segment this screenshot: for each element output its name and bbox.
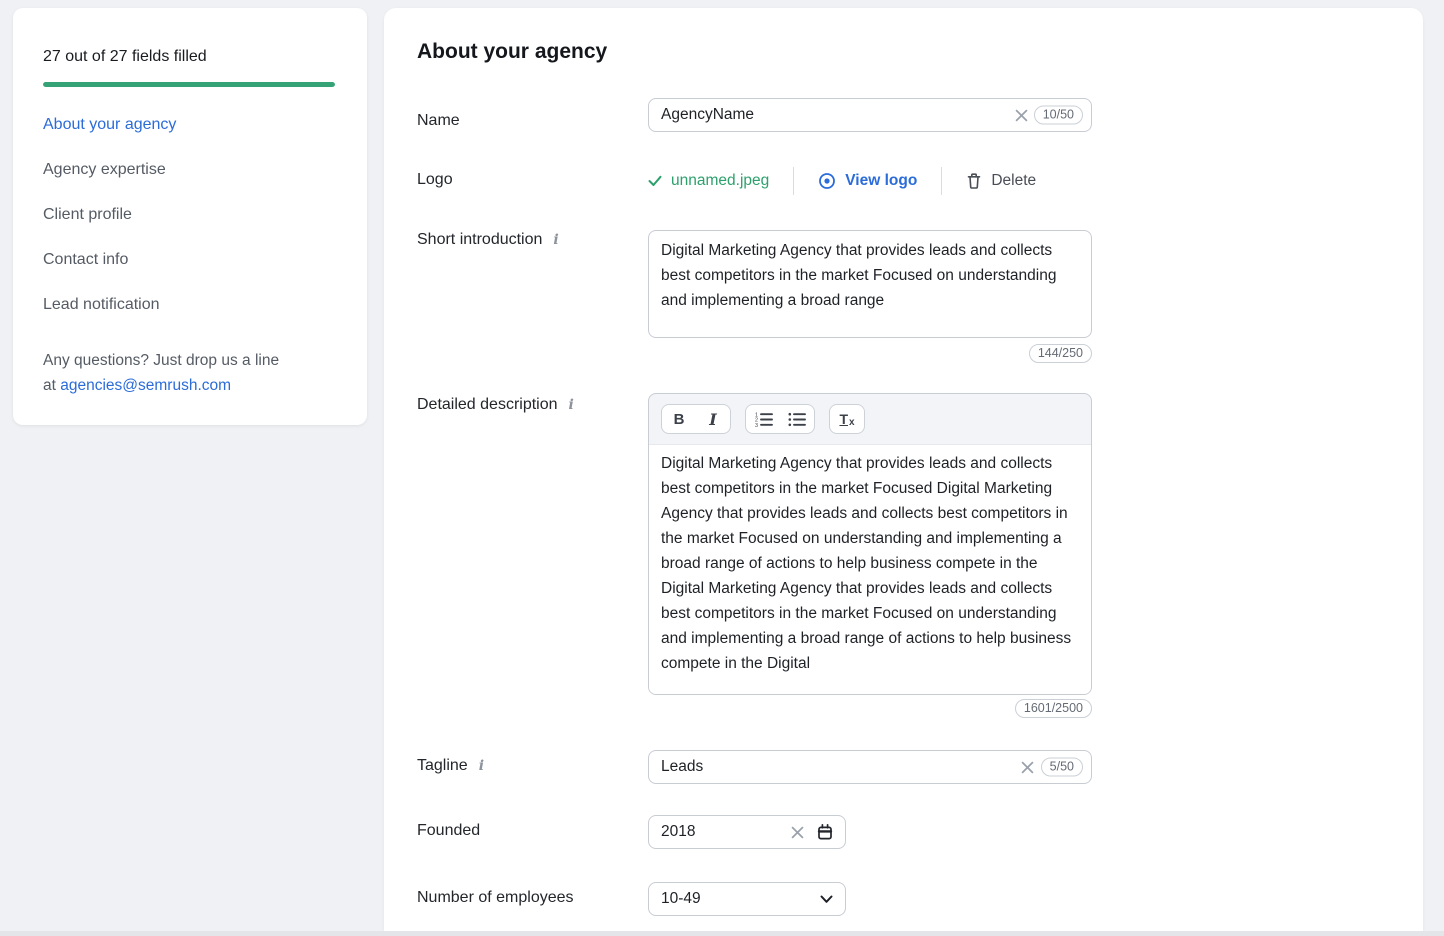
- questions-text-at: at: [43, 377, 60, 394]
- tagline-char-counter: 5/50: [1041, 758, 1083, 777]
- logo-filename: unnamed.jpeg: [671, 172, 769, 190]
- name-clear-icon[interactable]: [1013, 107, 1029, 123]
- employees-label-text: Number of employees: [417, 889, 574, 907]
- bullet-list-button[interactable]: [780, 405, 814, 433]
- info-icon[interactable]: i: [477, 759, 486, 773]
- view-logo-button[interactable]: View logo: [818, 172, 917, 190]
- tagline-label: Tagline i: [417, 757, 486, 775]
- questions-text-line1: Any questions? Just drop us a line: [43, 352, 279, 369]
- progress-bar-fill: [43, 82, 335, 87]
- format-group: B I: [661, 404, 731, 434]
- nav-item-agency-expertise[interactable]: Agency expertise: [43, 159, 176, 180]
- short-introduction-field: Digital Marketing Agency that provides l…: [648, 230, 1092, 338]
- logo-file: unnamed.jpeg: [648, 172, 769, 190]
- support-email-link[interactable]: agencies@semrush.com: [60, 377, 231, 394]
- italic-button[interactable]: I: [696, 405, 730, 433]
- detailed-description-char-counter: 1601/2500: [1015, 699, 1092, 718]
- tagline-clear-icon[interactable]: [1019, 759, 1035, 775]
- clear-formatting-button[interactable]: Tx: [830, 405, 864, 433]
- chevron-down-icon: [820, 895, 833, 904]
- delete-logo-button[interactable]: Delete: [966, 172, 1036, 190]
- short-introduction-label: Short introduction i: [417, 231, 561, 249]
- tagline-label-text: Tagline: [417, 757, 468, 775]
- calendar-icon[interactable]: [816, 823, 834, 841]
- name-field: 10/50: [648, 98, 1092, 132]
- fields-filled-label: 27 out of 27 fields filled: [43, 48, 207, 66]
- trash-icon: [966, 172, 982, 190]
- clear-format-group: Tx: [829, 404, 865, 434]
- about-your-agency-panel: About your agency Name 10/50 Logo unname…: [384, 8, 1423, 931]
- nav-item-about-your-agency[interactable]: About your agency: [43, 114, 176, 135]
- employees-label: Number of employees: [417, 889, 574, 907]
- page-title: About your agency: [417, 40, 607, 64]
- info-icon[interactable]: i: [567, 398, 576, 412]
- svg-text:3: 3: [755, 423, 758, 427]
- clear-formatting-t: T: [839, 411, 848, 427]
- delete-logo-label: Delete: [991, 172, 1036, 190]
- nav-item-lead-notification[interactable]: Lead notification: [43, 294, 176, 315]
- detailed-description-label: Detailed description i: [417, 396, 576, 414]
- section-nav: About your agency Agency expertise Clien…: [43, 114, 176, 315]
- name-char-counter: 10/50: [1034, 106, 1083, 125]
- founded-label: Founded: [417, 822, 480, 840]
- employees-selected-value: 10-49: [661, 890, 701, 908]
- divider: [793, 167, 794, 195]
- eye-icon: [818, 172, 836, 190]
- progress-bar: [43, 82, 335, 87]
- info-icon[interactable]: i: [551, 233, 560, 247]
- check-icon: [648, 175, 662, 187]
- founded-clear-icon[interactable]: [789, 824, 805, 840]
- founded-field: [648, 815, 846, 849]
- bold-button[interactable]: B: [662, 405, 696, 433]
- editor-toolbar: B I 1 2 3: [649, 394, 1091, 444]
- nav-item-contact-info[interactable]: Contact info: [43, 249, 176, 270]
- nav-item-client-profile[interactable]: Client profile: [43, 204, 176, 225]
- founded-label-text: Founded: [417, 822, 480, 840]
- list-group: 1 2 3: [745, 404, 815, 434]
- short-introduction-label-text: Short introduction: [417, 231, 542, 249]
- progress-sidebar: 27 out of 27 fields filled About your ag…: [13, 8, 367, 425]
- divider: [941, 167, 942, 195]
- name-label: Name: [417, 112, 460, 130]
- window-bottom-edge: [0, 931, 1444, 936]
- clear-formatting-x: x: [849, 417, 855, 428]
- logo-label-text: Logo: [417, 171, 453, 189]
- questions-note: Any questions? Just drop us a line at ag…: [43, 348, 343, 398]
- employees-select[interactable]: 10-49: [648, 882, 846, 916]
- logo-label: Logo: [417, 171, 453, 189]
- name-label-text: Name: [417, 112, 460, 130]
- ordered-list-button[interactable]: 1 2 3: [746, 405, 780, 433]
- short-introduction-textarea[interactable]: Digital Marketing Agency that provides l…: [649, 231, 1091, 337]
- logo-row: unnamed.jpeg View logo Delete: [648, 166, 1036, 196]
- short-introduction-char-counter: 144/250: [1029, 344, 1092, 363]
- detailed-description-editor-content[interactable]: Digital Marketing Agency that provides l…: [649, 444, 1091, 695]
- rich-text-editor: B I 1 2 3: [648, 393, 1092, 695]
- view-logo-label: View logo: [845, 172, 917, 190]
- detailed-description-label-text: Detailed description: [417, 396, 558, 414]
- tagline-field: 5/50: [648, 750, 1092, 784]
